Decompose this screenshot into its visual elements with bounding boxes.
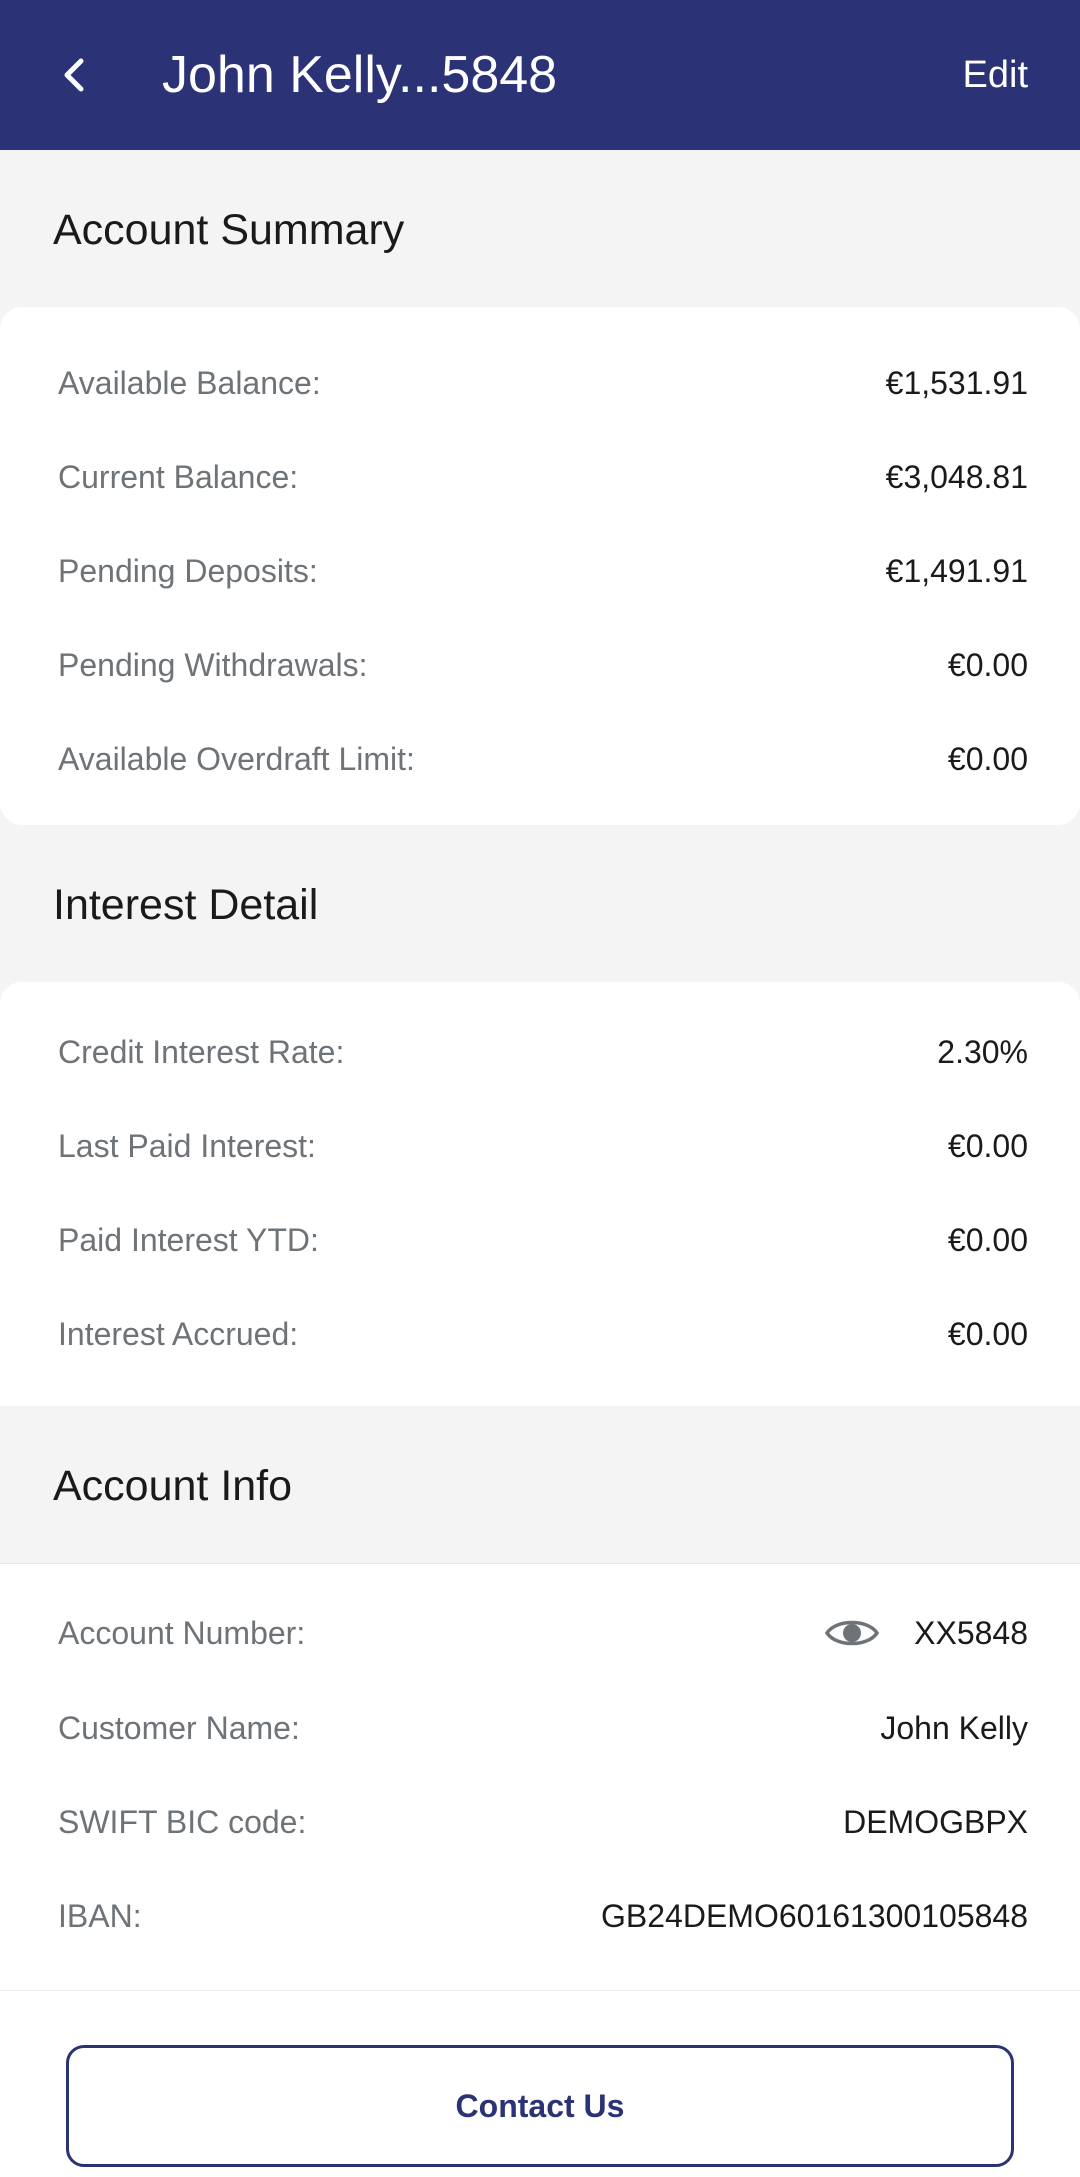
edit-button[interactable]: Edit xyxy=(963,40,1028,110)
row-value: €0.00 xyxy=(947,1221,1028,1258)
info-row-customer-name: Customer Name: John Kelly xyxy=(58,1698,1028,1758)
section-title-account-summary: Account Summary xyxy=(53,206,405,254)
interest-detail-header: Interest Detail xyxy=(0,825,1080,982)
top-app-bar: John Kelly...5848 Edit xyxy=(0,0,1080,150)
row-value: €1,531.91 xyxy=(885,364,1028,401)
row-label: Customer Name: xyxy=(58,1709,300,1746)
interest-row-credit-rate: Credit Interest Rate: 2.30% xyxy=(58,1022,1028,1082)
interest-row-accrued: Interest Accrued: €0.00 xyxy=(58,1304,1028,1364)
account-summary-header: Account Summary xyxy=(0,150,1080,307)
contact-us-button[interactable]: Contact Us xyxy=(66,2045,1014,2167)
row-label: Credit Interest Rate: xyxy=(58,1033,345,1070)
row-label: Account Number: xyxy=(58,1614,306,1651)
row-label: Current Balance: xyxy=(58,458,299,495)
summary-row-pending-deposits: Pending Deposits: €1,491.91 xyxy=(58,541,1028,601)
info-row-swift-bic: SWIFT BIC code: DEMOGBPX xyxy=(58,1792,1028,1852)
row-value: DEMOGBPX xyxy=(843,1803,1028,1840)
summary-row-overdraft-limit: Available Overdraft Limit: €0.00 xyxy=(58,729,1028,789)
account-info-card: Account Number: XX5848 Customer Name: Jo… xyxy=(0,1563,1080,1990)
row-label: Last Paid Interest: xyxy=(58,1127,316,1164)
row-label: IBAN: xyxy=(58,1897,142,1934)
row-value: GB24DEMO60161300105848 xyxy=(601,1897,1028,1934)
row-label: Available Overdraft Limit: xyxy=(58,740,415,777)
row-value: €0.00 xyxy=(947,646,1028,683)
account-details-screen: John Kelly...5848 Edit Account Summary A… xyxy=(0,0,1080,2177)
row-label: SWIFT BIC code: xyxy=(58,1803,307,1840)
account-number-value: XX5848 xyxy=(914,1614,1028,1651)
page-title: John Kelly...5848 xyxy=(162,46,558,104)
row-value: €3,048.81 xyxy=(885,458,1028,495)
row-label: Interest Accrued: xyxy=(58,1315,299,1352)
chevron-left-icon xyxy=(64,58,84,92)
row-value: €1,491.91 xyxy=(885,552,1028,589)
back-button[interactable] xyxy=(40,40,110,110)
interest-detail-card: Credit Interest Rate: 2.30% Last Paid In… xyxy=(0,982,1080,1406)
row-value: John Kelly xyxy=(880,1709,1028,1746)
info-row-iban: IBAN: GB24DEMO60161300105848 xyxy=(58,1886,1028,1946)
summary-row-available-balance: Available Balance: €1,531.91 xyxy=(58,353,1028,413)
row-value-with-toggle: XX5848 xyxy=(824,1613,1028,1653)
eye-icon[interactable] xyxy=(824,1613,880,1653)
section-title-account-info: Account Info xyxy=(53,1462,293,1510)
summary-row-current-balance: Current Balance: €3,048.81 xyxy=(58,447,1028,507)
interest-row-last-paid: Last Paid Interest: €0.00 xyxy=(58,1116,1028,1176)
account-summary-card: Available Balance: €1,531.91 Current Bal… xyxy=(0,307,1080,825)
row-label: Paid Interest YTD: xyxy=(58,1221,319,1258)
section-title-interest-detail: Interest Detail xyxy=(53,881,319,929)
row-value: €0.00 xyxy=(947,740,1028,777)
account-info-header: Account Info xyxy=(0,1406,1080,1563)
row-value: €0.00 xyxy=(947,1315,1028,1352)
row-value: €0.00 xyxy=(947,1127,1028,1164)
row-label: Available Balance: xyxy=(58,364,321,401)
row-label: Pending Deposits: xyxy=(58,552,318,589)
info-row-account-number: Account Number: XX5848 xyxy=(58,1603,1028,1663)
row-label: Pending Withdrawals: xyxy=(58,646,368,683)
summary-row-pending-withdrawals: Pending Withdrawals: €0.00 xyxy=(58,635,1028,695)
interest-row-paid-ytd: Paid Interest YTD: €0.00 xyxy=(58,1210,1028,1270)
row-value: 2.30% xyxy=(937,1033,1028,1070)
